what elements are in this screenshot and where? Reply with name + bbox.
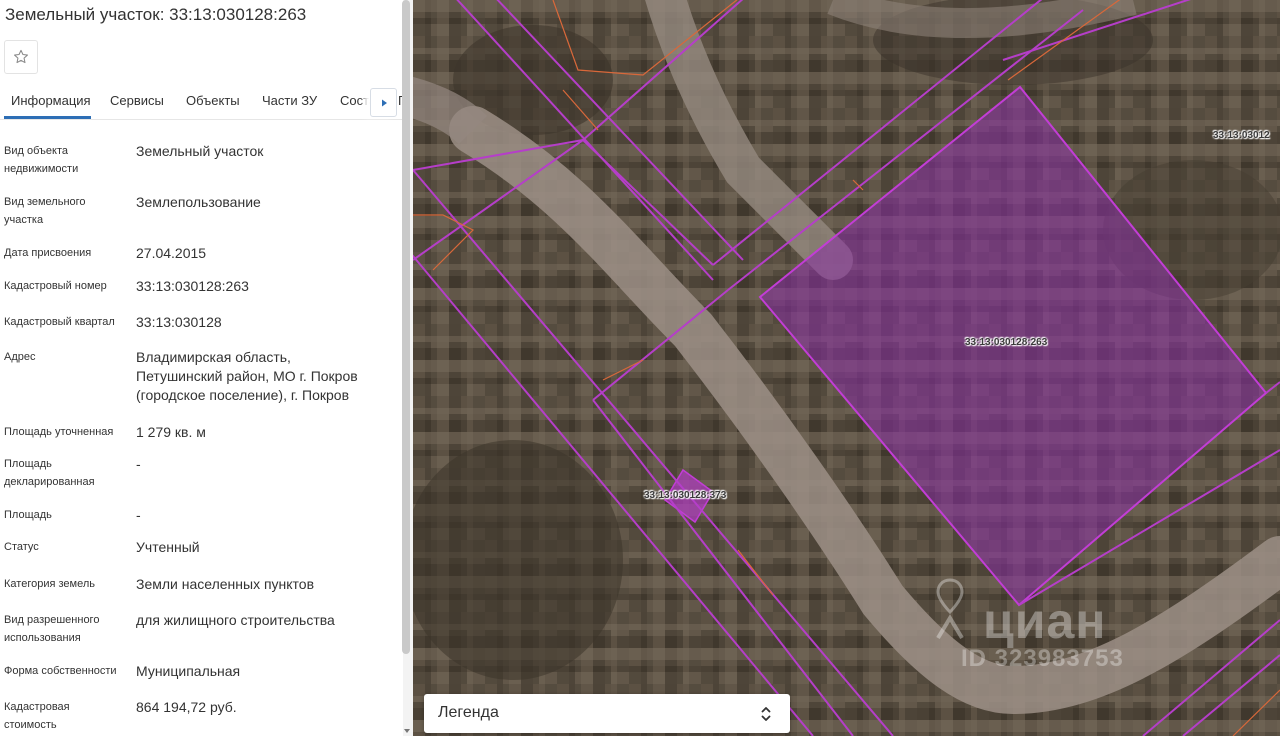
tabs-scroll-right-button[interactable] — [370, 88, 397, 117]
satellite-map-image — [413, 0, 1280, 736]
field-label: Дата присвоения — [4, 247, 92, 259]
location-pin-icon — [936, 578, 964, 640]
field-value: 27.04.2015 — [136, 245, 207, 261]
field-value: 33:13:030128:263 — [136, 278, 249, 294]
field-label: Площадь уточненная — [4, 426, 114, 438]
legend-dropdown[interactable]: Легенда — [424, 694, 790, 733]
star-outline-icon — [14, 49, 28, 64]
field-label: Вид объекта недвижимости — [4, 145, 79, 175]
info-panel: Земельный участок: 33:13:030128:263 Инфо… — [0, 0, 403, 736]
active-tab-indicator — [4, 116, 91, 119]
field-value: - — [136, 507, 141, 523]
tab-objects[interactable]: Объекты — [186, 93, 240, 108]
field-value: Учтенный — [136, 539, 200, 555]
tab-parts[interactable]: Части ЗУ — [262, 93, 317, 108]
field-value: Земли населенных пунктов — [136, 576, 315, 592]
field-label: Кадастровый квартал — [4, 316, 115, 328]
watermark-brand: циан — [983, 593, 1107, 649]
field-label: Кадастровая стоимость — [4, 701, 70, 731]
field-value: Владимирская область, Петушинский район,… — [136, 349, 358, 403]
watermark-id: ID 323983753 — [961, 645, 1124, 672]
field-label: Кадастровый номер — [4, 280, 107, 292]
panel-scrollbar-thumb[interactable] — [402, 0, 410, 654]
tab-services[interactable]: Сервисы — [110, 93, 164, 108]
field-value: Землепользование — [136, 194, 261, 210]
field-label: Статус — [4, 541, 39, 553]
map-view[interactable]: 33:13:030128:263 33:13:030128:373 33:13:… — [413, 0, 1280, 736]
field-value: Муниципальная — [136, 663, 241, 679]
field-value: - — [136, 456, 141, 472]
field-label: Вид земельного участка — [4, 196, 86, 226]
parcel-label-263[interactable]: 33:13:030128:263 — [965, 337, 1047, 348]
field-label: Вид разрешенного использования — [4, 614, 100, 644]
chevron-up-down-icon — [761, 707, 771, 721]
caret-right-icon — [381, 99, 387, 106]
field-label: Адрес — [4, 351, 36, 363]
favorite-button[interactable] — [4, 40, 38, 74]
field-value: 33:13:030128 — [136, 314, 222, 330]
tab-information[interactable]: Информация — [11, 93, 91, 108]
tab-bar: Информация Сервисы Объекты Части ЗУ Сост… — [0, 86, 403, 120]
field-value: для жилищного строительства — [136, 612, 335, 628]
field-label: Площадь — [4, 509, 52, 521]
parcel-label-373[interactable]: 33:13:030128:373 — [644, 490, 726, 501]
field-value: 1 279 кв. м — [136, 424, 206, 440]
field-label: Категория земель — [4, 578, 95, 590]
scroll-down-arrow-icon[interactable] — [403, 727, 411, 735]
page-title: Земельный участок: 33:13:030128:263 — [5, 5, 307, 24]
parcel-label-partial[interactable]: 33:13:03012 — [1213, 130, 1270, 141]
legend-label: Легенда — [438, 704, 499, 721]
field-label: Площадь декларированная — [4, 458, 95, 488]
field-value: 864 194,72 руб. — [136, 699, 237, 715]
field-value: Земельный участок — [136, 143, 264, 159]
field-label: Форма собственности — [4, 665, 117, 677]
